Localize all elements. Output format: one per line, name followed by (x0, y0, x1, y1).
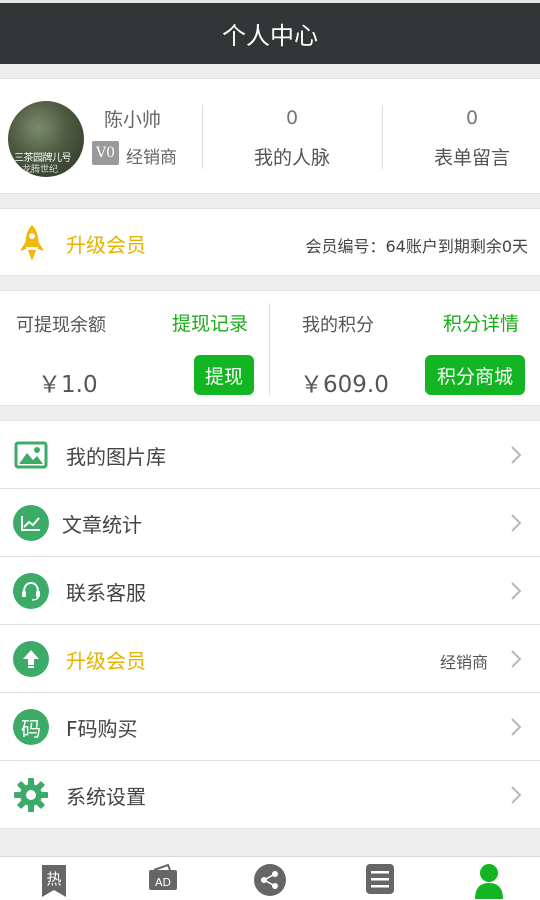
menu-label: 文章统计 (62, 513, 142, 537)
image-gallery-icon (14, 441, 48, 469)
hot-icon-text: 热 (46, 870, 61, 888)
ad-tab[interactable]: AD (145, 863, 181, 900)
menu-label: F码购买 (66, 717, 138, 741)
share-tab[interactable] (252, 863, 288, 900)
chevron-right-icon (511, 718, 522, 736)
chevron-right-icon (511, 786, 522, 804)
menu-item-upgrade[interactable]: 升级会员 经销商 (0, 625, 540, 693)
menu-label: 联系客服 (66, 581, 146, 605)
withdraw-history-link[interactable]: 提现记录 (172, 309, 248, 336)
user-level: 经销商 (126, 148, 177, 168)
divider (382, 105, 383, 169)
bottom-tab-bar: 热 AD (0, 856, 540, 900)
level-badge: V0 (92, 141, 119, 165)
profile-tab[interactable] (471, 863, 507, 900)
upgrade-title: 升级会员 (66, 233, 146, 257)
avatar[interactable]: 三茶园牌儿号 龙腾世纪 (8, 101, 84, 177)
list-icon (366, 864, 394, 894)
share-icon (254, 864, 286, 896)
menu-label: 升级会员 (66, 649, 146, 673)
profile-card: 三茶园牌儿号 龙腾世纪 陈小帅 V0 经销商 0 我的人脉 0 表单留言 (0, 78, 540, 194)
menu-item-article-stats[interactable]: 文章统计 (0, 489, 540, 557)
hot-tab[interactable]: 热 (36, 863, 72, 900)
points-detail-link[interactable]: 积分详情 (443, 309, 519, 336)
messages-stat[interactable]: 0 表单留言 (387, 107, 540, 170)
contacts-label: 我的人脉 (253, 147, 330, 169)
menu-item-settings[interactable]: 系统设置 (0, 761, 540, 829)
ad-icon: AD (149, 863, 177, 890)
membership-info: 会员编号：64账户到期剩余0天 (305, 237, 528, 256)
chevron-right-icon (511, 514, 522, 532)
ad-icon-text: AD (155, 876, 171, 889)
user-icon (475, 864, 503, 899)
divider (202, 105, 203, 169)
chart-line-icon (13, 505, 49, 541)
rocket-icon (20, 225, 44, 261)
menu-label: 我的图片库 (66, 445, 166, 469)
code-icon: 码 (13, 709, 49, 745)
hot-icon: 热 (42, 865, 66, 897)
menu-item-gallery[interactable]: 我的图片库 (0, 421, 540, 489)
headset-icon (13, 573, 49, 609)
points-label: 我的积分 (302, 315, 374, 336)
messages-label: 表单留言 (433, 147, 510, 169)
list-tab[interactable] (362, 863, 398, 900)
page-title: 个人中心 (222, 22, 318, 50)
avatar-caption-secondary: 龙腾世纪 (22, 165, 59, 175)
title-bar: 个人中心 (0, 0, 540, 64)
chevron-right-icon (511, 446, 522, 464)
balance-amount: ￥1.0 (38, 372, 98, 398)
contacts-count: 0 (285, 107, 299, 129)
menu-list: 我的图片库 文章统计 联系客服 升级会员 经销商 码 F码购买 系统设置 (0, 420, 540, 829)
current-level: 经销商 (439, 653, 488, 672)
wallet-card: 可提现余额 提现记录 ￥1.0 提现 我的积分 积分详情 ￥609.0 积分商城 (0, 290, 540, 406)
gear-icon (14, 778, 48, 812)
points-amount: ￥609.0 (300, 372, 389, 398)
chevron-right-icon (511, 650, 522, 668)
upgrade-banner[interactable]: 升级会员 会员编号：64账户到期剩余0天 (0, 208, 540, 276)
points-mall-button[interactable]: 积分商城 (425, 355, 525, 395)
withdraw-button[interactable]: 提现 (194, 355, 254, 395)
upgrade-arrow-icon (13, 641, 49, 677)
chevron-right-icon (511, 582, 522, 600)
menu-label: 系统设置 (66, 785, 146, 809)
balance-label: 可提现余额 (16, 315, 106, 336)
contacts-stat[interactable]: 0 我的人脉 (207, 107, 377, 170)
divider (269, 303, 270, 395)
menu-item-fcode[interactable]: 码 F码购买 (0, 693, 540, 761)
user-name: 陈小帅 (104, 109, 162, 131)
menu-item-customer-service[interactable]: 联系客服 (0, 557, 540, 625)
messages-count: 0 (465, 107, 479, 129)
